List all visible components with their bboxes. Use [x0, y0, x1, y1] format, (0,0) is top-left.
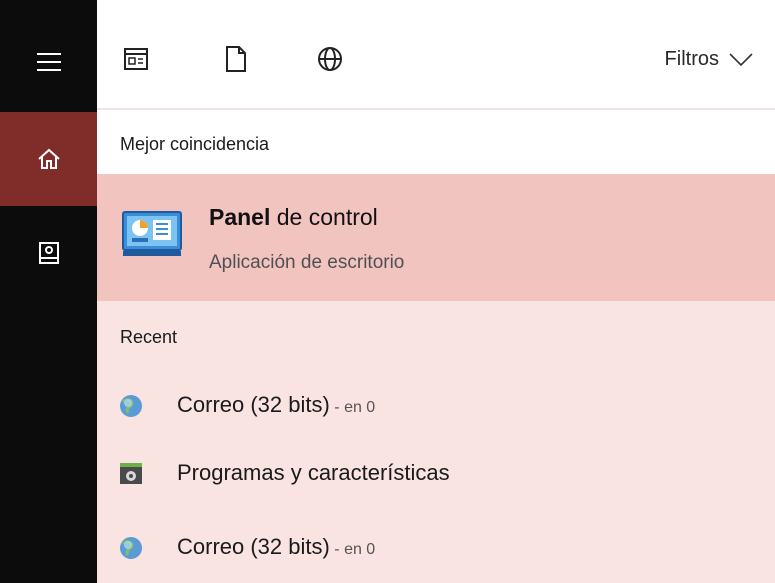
web-filter-button[interactable] — [315, 44, 345, 74]
hamburger-menu-button[interactable] — [0, 15, 97, 109]
home-icon — [37, 148, 60, 169]
control-panel-icon — [122, 211, 182, 256]
best-match-section: Mejor coincidencia — [97, 110, 775, 174]
document-icon — [226, 46, 246, 72]
recent-item-text: Correo (32 bits) — [177, 392, 330, 417]
recent-item-mail-2[interactable]: Correo (32 bits) - en 0 — [97, 520, 775, 576]
programs-features-icon — [120, 463, 142, 484]
hamburger-icon — [36, 53, 61, 71]
documents-filter-button[interactable] — [221, 44, 251, 74]
recent-title: Recent — [120, 327, 178, 347]
filters-label: Filtros — [664, 48, 719, 70]
best-match-title: Mejor coincidencia — [120, 134, 270, 154]
recent-item-text: Correo (32 bits) — [177, 534, 330, 559]
home-button[interactable] — [0, 112, 97, 206]
apps-icon — [124, 48, 148, 70]
mail-globe-icon — [120, 537, 142, 559]
recent-item-label: Correo (32 bits) - en 0 — [177, 392, 375, 418]
filters-dropdown[interactable]: Filtros — [665, 48, 753, 71]
recent-item-suffix: - en 0 — [329, 399, 376, 416]
recent-section: Recent Correo (32 bits) - en 0 Programas… — [97, 301, 775, 583]
recent-item-text: Programas y características — [177, 460, 450, 485]
recent-item-label: Correo (32 bits) - en 0 — [177, 534, 375, 560]
notebook-button[interactable] — [0, 206, 97, 300]
best-match-item[interactable]: Panel de control Aplicación de escritori… — [97, 174, 775, 301]
chevron-down-icon — [729, 52, 753, 66]
search-filter-toolbar: Filtros — [97, 0, 775, 109]
best-match-item-subtitle: Aplicación de escritorio — [209, 252, 405, 273]
left-rail — [0, 0, 97, 583]
recent-item-mail-1[interactable]: Correo (32 bits) - en 0 — [97, 378, 775, 434]
recent-item-suffix: - en 0 — [329, 541, 376, 558]
mail-globe-icon — [120, 395, 142, 417]
recent-item-label: Programas y características — [177, 460, 450, 486]
best-match-item-title: Panel de control — [209, 204, 378, 231]
apps-filter-button[interactable] — [121, 44, 151, 74]
notebook-icon — [38, 242, 59, 264]
recent-item-programs[interactable]: Programas y características — [97, 446, 775, 502]
web-icon — [318, 47, 342, 71]
best-match-title-rest: de control — [270, 204, 378, 230]
best-match-title-bold: Panel — [209, 204, 271, 230]
